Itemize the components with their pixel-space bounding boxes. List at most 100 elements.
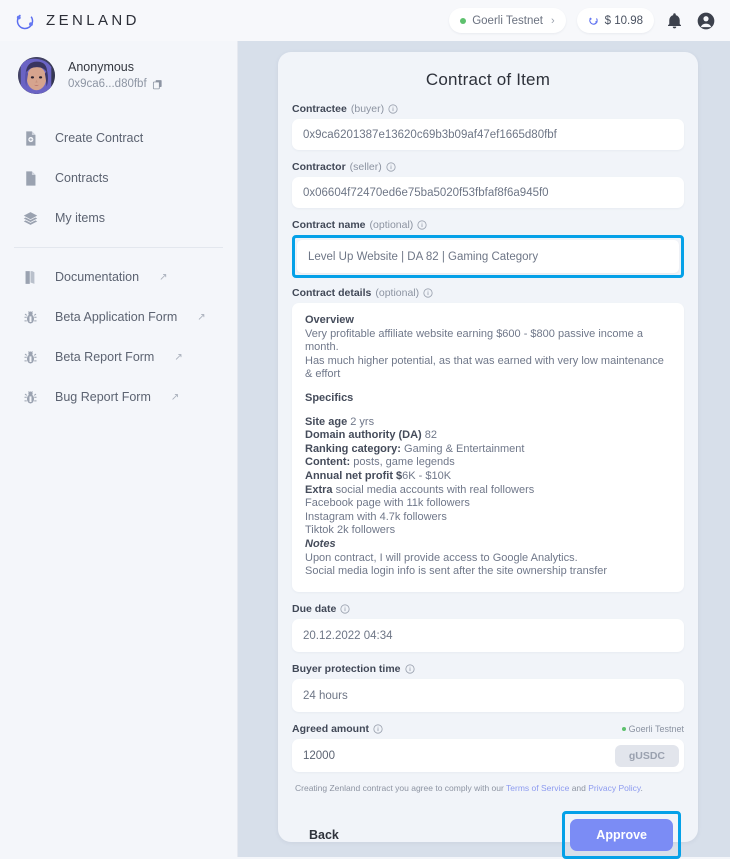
due-date-label: Due date xyxy=(292,603,684,615)
details-key-value: Content: posts, game legends xyxy=(305,456,455,469)
network-status-dot xyxy=(621,727,626,731)
approve-button[interactable]: Approve xyxy=(570,819,673,851)
contract-name-highlight: Level Up Website | DA 82 | Gaming Catego… xyxy=(292,235,684,278)
due-date-input[interactable]: 20.12.2022 04:34 xyxy=(292,619,684,652)
details-heading: Overview xyxy=(305,314,354,326)
details-paragraph: Has much higher potential, as that was e… xyxy=(305,354,664,381)
chevron-right-icon: › xyxy=(550,14,555,27)
balance-value: $ 10.98 xyxy=(604,14,643,27)
details-paragraph: Upon contract, I will provide access to … xyxy=(305,551,578,564)
sidebar-divider xyxy=(14,247,223,248)
zen-token-icon xyxy=(588,15,599,26)
network-status-dot xyxy=(460,17,467,24)
external-link-icon: ↗ xyxy=(170,391,180,403)
details-key-value: Extra social media accounts with real fo… xyxy=(305,483,535,496)
legal-text: Creating Zenland contract you agree to c… xyxy=(295,783,643,793)
zenland-orbit-logo-icon xyxy=(14,10,36,32)
agreed-amount-label: Agreed amount xyxy=(292,723,383,735)
file-icon xyxy=(22,170,39,187)
details-spacer xyxy=(305,382,671,392)
page-title: Contract of Item xyxy=(425,70,551,89)
brand-name: ZENLAND xyxy=(46,12,140,29)
info-icon[interactable] xyxy=(373,724,383,734)
sidebar-item-create-contract[interactable]: Create Contract xyxy=(0,118,237,158)
agreed-amount-row: 12000 gUSDC xyxy=(292,739,684,772)
sidebar-item-beta-report-form[interactable]: Beta Report Form ↗ xyxy=(0,337,237,377)
privacy-policy-link[interactable]: Privacy Policy xyxy=(588,783,640,793)
info-icon[interactable] xyxy=(340,604,350,614)
external-link-icon: ↗ xyxy=(174,351,183,363)
terms-of-service-link[interactable]: Terms of Service xyxy=(506,783,569,793)
top-bar-right: Goerli Testnet › $ 10.98 xyxy=(449,8,716,33)
copy-icon[interactable] xyxy=(152,79,163,90)
details-paragraph: Instagram with 4.7k followers xyxy=(305,510,447,523)
sidebar-item-bug-report-form[interactable]: Bug Report Form ↗ xyxy=(0,377,237,417)
layers-icon xyxy=(22,210,39,227)
profile-block: Anonymous 0x9ca6...d80fbf xyxy=(0,41,237,94)
agreed-amount-header: Agreed amount Goerli Testnet xyxy=(292,723,684,735)
sidebar-item-label: Create Contract xyxy=(55,131,144,145)
main-content: Contract of Item Contractee (buyer) 0x9c… xyxy=(238,41,730,859)
contractor-label: Contractor (seller) xyxy=(292,161,684,173)
book-icon xyxy=(22,269,39,286)
file-add-icon xyxy=(22,130,39,147)
sidebar-nav: Create Contract Contracts My items Docum… xyxy=(0,118,237,417)
profile-text: Anonymous 0x9ca6...d80fbf xyxy=(68,59,163,93)
sidebar-item-label: Bug Report Form xyxy=(55,390,151,404)
sidebar-item-my-items[interactable]: My items xyxy=(0,198,237,238)
info-icon[interactable] xyxy=(404,664,415,674)
sidebar-item-label: Beta Report Form xyxy=(55,350,155,364)
sidebar-item-documentation[interactable]: Documentation ↗ xyxy=(0,257,237,297)
contract-details-label: Contract details (optional) xyxy=(292,287,684,299)
contractor-input[interactable]: 0x06604f72470ed6e75ba5020f53fbfaf8f6a945… xyxy=(292,177,684,208)
info-icon[interactable] xyxy=(386,162,396,172)
sidebar-item-beta-application-form[interactable]: Beta Application Form ↗ xyxy=(0,297,237,337)
sidebar-item-label: Beta Application Form xyxy=(55,310,178,324)
brand-logo[interactable]: ZENLAND xyxy=(14,10,140,32)
bug-icon xyxy=(22,389,39,406)
details-spacer xyxy=(305,406,671,416)
token-selector[interactable]: gUSDC xyxy=(614,744,679,767)
card-actions: Back Approve xyxy=(292,811,684,859)
sidebar-item-label: Documentation xyxy=(55,270,140,284)
details-key-value: Annual net profit $6K - $10K xyxy=(305,469,452,482)
bug-icon xyxy=(22,349,39,366)
external-link-icon: ↗ xyxy=(197,311,206,323)
sidebar-item-label: Contracts xyxy=(55,171,109,185)
details-heading: Specifics xyxy=(305,391,354,404)
contract-details-textarea[interactable]: Overview Very profitable affiliate websit… xyxy=(292,303,684,592)
info-icon[interactable] xyxy=(417,220,427,230)
avatar xyxy=(18,57,55,94)
info-icon[interactable] xyxy=(388,104,398,114)
account-circle-icon[interactable] xyxy=(696,11,716,31)
contractee-input[interactable]: 0x9ca6201387e13620c69b3b09af47ef1665d80f… xyxy=(292,119,684,150)
approve-highlight: Approve xyxy=(562,811,681,859)
bell-icon[interactable] xyxy=(665,11,685,31)
contract-name-input[interactable]: Level Up Website | DA 82 | Gaming Catego… xyxy=(297,240,679,273)
details-paragraph: Social media login info is sent after th… xyxy=(305,565,608,578)
sidebar-item-contracts[interactable]: Contracts xyxy=(0,158,237,198)
profile-name: Anonymous xyxy=(68,59,135,74)
details-key-value: Ranking category: Gaming & Entertainment xyxy=(305,442,525,455)
network-label: Goerli Testnet xyxy=(472,14,543,27)
body-area: Anonymous 0x9ca6...d80fbf Create Contrac… xyxy=(0,41,730,859)
contract-name-label: Contract name (optional) xyxy=(292,219,684,231)
buyer-protection-input[interactable]: 24 hours xyxy=(292,679,684,712)
agreed-amount-input[interactable]: 12000 xyxy=(303,750,615,762)
sidebar: Anonymous 0x9ca6...d80fbf Create Contrac… xyxy=(0,41,238,857)
buyer-protection-label: Buyer protection time xyxy=(292,663,684,675)
details-key-value: Site age 2 yrs xyxy=(305,415,375,428)
bug-icon xyxy=(22,309,39,326)
profile-address: 0x9ca6...d80fbf xyxy=(68,77,147,90)
details-key-value: Domain authority (DA) 82 xyxy=(305,429,438,442)
balance-pill[interactable]: $ 10.98 xyxy=(576,8,654,33)
amount-network-tag: Goerli Testnet xyxy=(621,724,684,734)
details-paragraph: Very profitable affiliate website earnin… xyxy=(305,327,643,354)
sidebar-item-label: My items xyxy=(55,211,105,225)
info-icon[interactable] xyxy=(423,288,433,298)
back-button[interactable]: Back xyxy=(295,820,353,850)
profile-address-row: 0x9ca6...d80fbf xyxy=(68,76,163,93)
network-selector[interactable]: Goerli Testnet › xyxy=(449,8,566,33)
top-bar: ZENLAND Goerli Testnet › $ 10.98 xyxy=(0,0,730,41)
details-heading-italic: Notes xyxy=(305,537,336,550)
